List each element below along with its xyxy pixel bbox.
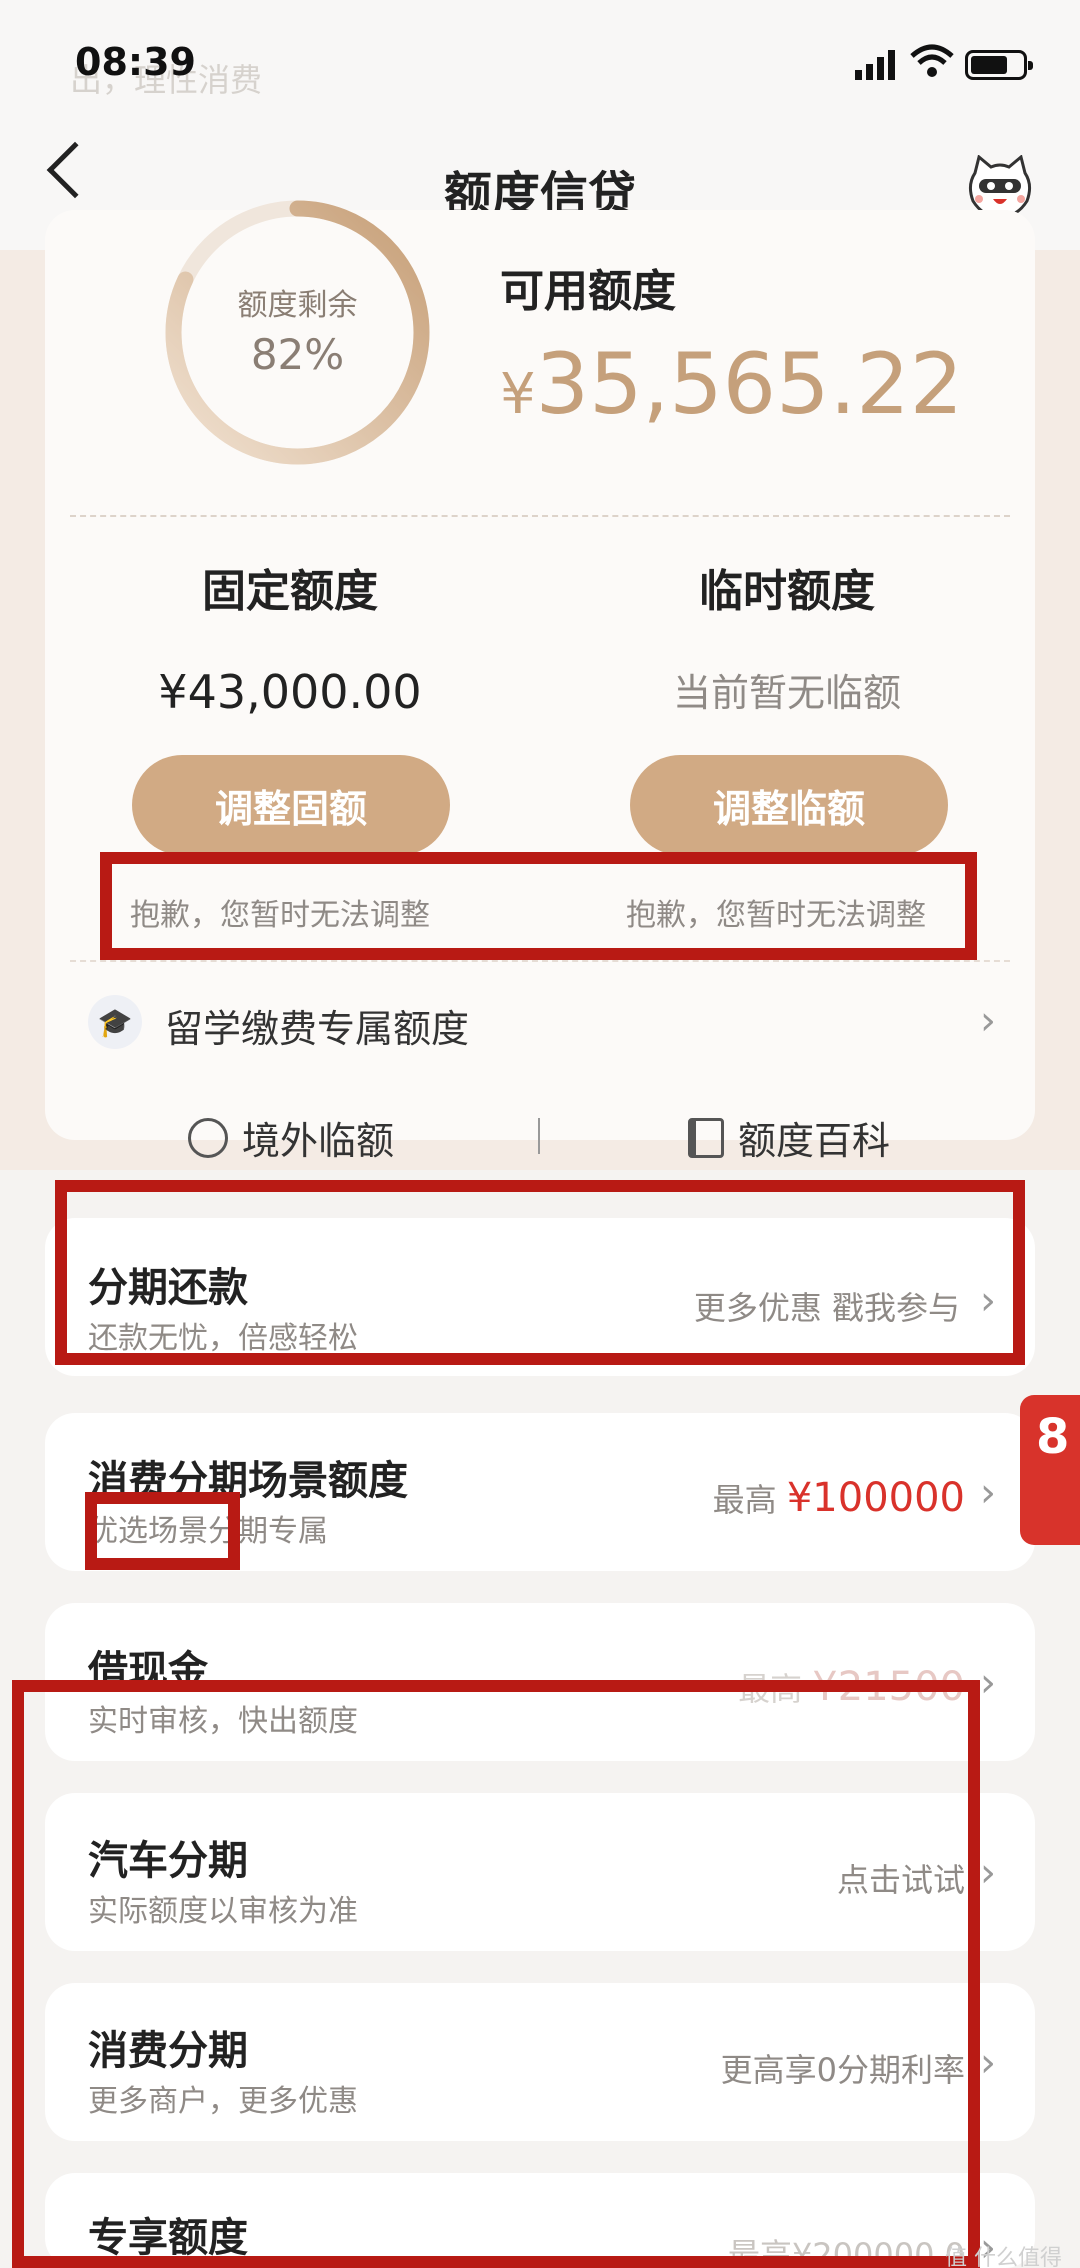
products-highlight-box (12, 1680, 980, 2268)
chevron-right-icon: › (980, 1850, 996, 1896)
available-credit-label: 可用额度 (500, 266, 676, 317)
side-promo-tag[interactable]: 8 (1020, 1395, 1080, 1545)
globe-plane-icon (188, 1117, 228, 1158)
adjust-temp-button[interactable]: 调整临额 (630, 755, 948, 855)
ring-label: 额度剩余 (237, 288, 358, 323)
overseas-temp-link[interactable]: 境外临额 (188, 1110, 394, 1165)
fixed-notice: 抱歉，您暂时无法调整 (130, 898, 430, 933)
watermark: 值 什么值得买 (945, 2246, 1062, 2268)
chevron-right-icon: › (980, 998, 996, 1044)
ring-value: 82% (250, 330, 345, 379)
installment-highlight-box (55, 1180, 1025, 1365)
credit-wiki-label: 额度百科 (738, 1119, 891, 1163)
cellular-signal-icon (855, 50, 895, 80)
temp-credit-value: 当前暂无临额 (672, 671, 901, 715)
available-amount-value: 35,565.22 (535, 335, 964, 433)
fixed-credit-value: ¥43,000.00 (158, 665, 422, 719)
scene-highlight-box (85, 1492, 240, 1570)
book-icon (688, 1117, 724, 1158)
credit-wiki-link[interactable]: 额度百科 (688, 1110, 890, 1165)
temp-credit-title: 临时额度 (699, 566, 875, 617)
graduation-cap-icon: 🎓 (88, 995, 142, 1049)
divider (70, 515, 1010, 517)
list-item-right: 最高 ¥100000 (560, 1475, 965, 1521)
divider (70, 960, 1010, 962)
chevron-right-icon: › (980, 1470, 996, 1516)
overseas-temp-label: 境外临额 (242, 1119, 395, 1163)
chevron-right-icon: › (980, 2040, 996, 2086)
status-time: 08:39 (75, 40, 196, 84)
temp-notice: 抱歉，您暂时无法调整 (626, 898, 926, 933)
wifi-icon (910, 44, 954, 87)
battery-icon (965, 50, 1033, 80)
study-abroad-label: 留学缴费专属额度 (165, 1007, 470, 1051)
available-credit-amount: ¥35,565.22 (500, 335, 963, 433)
right-prefix: 最高 (712, 1481, 777, 1519)
adjust-fixed-button[interactable]: 调整固额 (132, 755, 450, 855)
fixed-credit-title: 固定额度 (202, 566, 378, 617)
chevron-right-icon: › (980, 1660, 996, 1706)
currency-symbol: ¥ (500, 362, 536, 427)
divider (538, 1118, 540, 1154)
right-value: ¥100000 (786, 1475, 965, 1521)
